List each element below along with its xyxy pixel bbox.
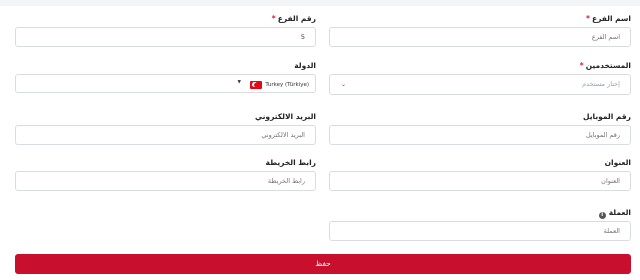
info-icon[interactable]: i [598,212,606,219]
mobile-label: رقم الموبايل [583,112,631,121]
branch-name-label: اسم الفرع* [586,14,631,23]
email-field: البريد الالكتروني [15,112,316,146]
currency-label: العملةi [598,208,631,219]
email-label: البريد الالكتروني [255,112,316,121]
email-input[interactable] [15,125,316,145]
required-marker: * [586,14,590,23]
mobile-field: رقم الموبايل [329,112,631,146]
caret-down-icon: ▼ [237,80,241,85]
country-select[interactable]: Turkey (Türkiye) ▼ [15,74,316,93]
turkey-flag-icon [250,80,263,89]
country-field: الدولة Turkey (Türkiye) ▼ [15,61,316,95]
branch-number-input[interactable] [15,27,316,47]
country-selected-label: Turkey (Türkiye) [265,81,309,88]
mobile-input[interactable] [329,125,631,145]
save-button[interactable]: حفظ [15,254,631,274]
map-link-field: رابط الخريطة [15,158,316,192]
address-label: العنوان [604,158,631,167]
address-input[interactable] [329,171,631,191]
map-link-label: رابط الخريطة [265,158,316,167]
users-field: المستخدمين* إختار مستخدم ⌄ [329,61,631,95]
currency-input[interactable] [329,221,631,241]
country-label: الدولة [294,61,316,70]
map-link-input[interactable] [15,171,316,191]
branch-number-label: رقم الفرع* [271,14,316,23]
branch-name-input[interactable] [329,27,631,47]
users-select[interactable]: إختار مستخدم ⌄ [329,74,631,95]
users-label: المستخدمين* [579,61,631,70]
users-placeholder: إختار مستخدم [582,80,620,88]
top-strip [0,0,640,6]
chevron-down-icon: ⌄ [340,81,346,88]
branch-form-page: اسم الفرع* رقم الفرع* المستخدمين* إختار … [0,0,640,280]
currency-field: العملةi [329,208,631,242]
branch-number-field: رقم الفرع* [15,14,316,48]
required-marker: * [271,14,276,23]
country-selected: Turkey (Türkiye) [250,79,309,90]
required-marker: * [579,61,584,70]
branch-name-field: اسم الفرع* [329,14,631,48]
address-field: العنوان [329,158,631,192]
